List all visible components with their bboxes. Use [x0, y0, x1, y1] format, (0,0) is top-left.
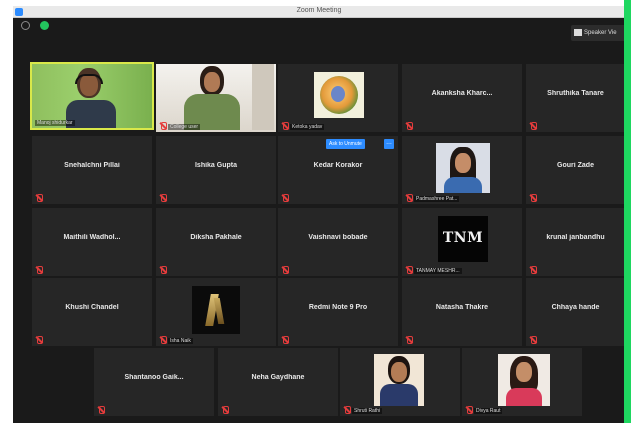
- muted-mic-icon: [36, 336, 43, 344]
- profile-picture: [192, 286, 240, 334]
- muted-mic-icon: [160, 122, 167, 130]
- encryption-status-icon[interactable]: [40, 21, 49, 30]
- meeting-top-bar: [13, 18, 625, 46]
- participant-label: Isha Naik: [168, 338, 193, 344]
- participant-name: Shruthika Tanare: [547, 90, 604, 97]
- participant-label: TANMAY MESHR...: [414, 268, 462, 274]
- profile-picture: [374, 354, 424, 406]
- desktop-edge-bottom: [0, 423, 631, 427]
- participant-tile-photo[interactable]: Padmashree Pat...: [402, 136, 522, 204]
- participant-label: Divya Raut: [474, 408, 503, 414]
- participant-tile[interactable]: Redmi Note 9 Pro: [278, 278, 398, 346]
- muted-mic-icon: [530, 266, 537, 274]
- participant-tile[interactable]: krunal janbandhu: [526, 208, 625, 276]
- participant-name: Diksha Pakhale: [190, 234, 242, 241]
- muted-mic-icon: [530, 122, 537, 130]
- participant-name: Maithili Wadhol...: [63, 234, 121, 241]
- profile-picture: [436, 143, 490, 193]
- participant-name: Gouri Zade: [557, 162, 594, 169]
- ask-to-unmute-button[interactable]: Ask to Unmute: [326, 139, 365, 149]
- profile-picture-logo: TNM: [438, 216, 488, 262]
- desktop-edge: [624, 0, 631, 427]
- participant-tile[interactable]: Natasha Thakre: [402, 278, 522, 346]
- meeting-info-shield-icon[interactable]: [21, 21, 30, 30]
- speaker-view-button[interactable]: Speaker Vie: [571, 25, 625, 41]
- participant-name: Neha Gaydhane: [251, 374, 305, 381]
- participant-tile[interactable]: Diksha Pakhale: [156, 208, 276, 276]
- muted-mic-icon: [406, 266, 413, 274]
- muted-mic-icon: [222, 406, 229, 414]
- muted-mic-icon: [160, 266, 167, 274]
- profile-picture: [314, 72, 364, 118]
- participant-name: Khushi Chandel: [65, 304, 119, 311]
- participant-name: Snehalchni Pillai: [64, 162, 120, 169]
- participant-tile[interactable]: Gouri Zade: [526, 136, 625, 204]
- participant-name: Redmi Note 9 Pro: [308, 304, 368, 311]
- participant-tile[interactable]: Vaishnavi bobade: [278, 208, 398, 276]
- muted-mic-icon: [282, 336, 289, 344]
- zoom-window: Zoom Meeting Speaker Vie Manoj shidurkar…: [13, 6, 625, 423]
- muted-mic-icon: [282, 194, 289, 202]
- muted-mic-icon: [530, 336, 537, 344]
- participant-name: Chhaya hande: [551, 304, 600, 311]
- speaker-view-icon: [574, 29, 582, 36]
- muted-mic-icon: [36, 194, 43, 202]
- more-options-button[interactable]: …: [384, 139, 394, 149]
- participant-label: Ketoka yadav: [290, 124, 325, 130]
- participant-name: Natasha Thakre: [435, 304, 489, 311]
- participant-tile-photo[interactable]: Divya Raut: [462, 348, 582, 416]
- window-title: Zoom Meeting: [296, 7, 342, 14]
- participant-video: [32, 64, 152, 128]
- participant-tile[interactable]: Shantanoo Gaik...: [94, 348, 214, 416]
- participant-label: Shruti Rathi: [352, 408, 383, 414]
- participant-tile[interactable]: Akanksha Kharc...: [402, 64, 522, 132]
- participant-tile[interactable]: Shruthika Tanare: [526, 64, 625, 132]
- muted-mic-icon: [160, 194, 167, 202]
- muted-mic-icon: [98, 406, 105, 414]
- participant-tile-photo[interactable]: Ketoka yadav: [278, 64, 398, 132]
- participant-label: College user: [168, 124, 201, 130]
- muted-mic-icon: [344, 406, 351, 414]
- participant-tile[interactable]: Maithili Wadhol...: [32, 208, 152, 276]
- speaker-view-label: Speaker Vie: [584, 30, 617, 36]
- participant-tile-video[interactable]: College user: [156, 64, 276, 132]
- muted-mic-icon: [406, 122, 413, 130]
- participant-name: Vaishnavi bobade: [308, 234, 368, 241]
- participant-tile[interactable]: Chhaya hande: [526, 278, 625, 346]
- muted-mic-icon: [36, 266, 43, 274]
- muted-mic-icon: [160, 336, 167, 344]
- participant-name: Kedar Korakor: [313, 162, 363, 169]
- participant-tile-photo[interactable]: TNM TANMAY MESHR...: [402, 208, 522, 276]
- participant-name: Shantanoo Gaik...: [124, 374, 184, 381]
- muted-mic-icon: [466, 406, 473, 414]
- participant-name: Akanksha Kharc...: [431, 90, 493, 97]
- participant-tile[interactable]: Neha Gaydhane: [218, 348, 338, 416]
- participant-label: Padmashree Pat...: [414, 196, 460, 202]
- title-bar: Zoom Meeting: [13, 6, 625, 18]
- participant-tile[interactable]: Snehalchni Pillai: [32, 136, 152, 204]
- muted-mic-icon: [406, 194, 413, 202]
- participant-tile[interactable]: Khushi Chandel: [32, 278, 152, 346]
- muted-mic-icon: [406, 336, 413, 344]
- profile-picture: [498, 354, 550, 406]
- muted-mic-icon: [530, 194, 537, 202]
- participant-name: krunal janbandhu: [546, 234, 605, 241]
- participant-name: Ishika Gupta: [194, 162, 237, 169]
- participant-tile-photo[interactable]: Shruti Rathi: [340, 348, 460, 416]
- participant-tile[interactable]: Ishika Gupta: [156, 136, 276, 204]
- participant-tile-video[interactable]: Manoj shidurkar: [30, 62, 154, 130]
- muted-mic-icon: [282, 266, 289, 274]
- participant-tile-photo[interactable]: Isha Naik: [156, 278, 276, 346]
- participant-tile-hovered[interactable]: Ask to Unmute … Kedar Korakor: [278, 136, 398, 204]
- participant-label: Manoj shidurkar: [35, 120, 75, 126]
- muted-mic-icon: [282, 122, 289, 130]
- participant-video: [156, 64, 276, 132]
